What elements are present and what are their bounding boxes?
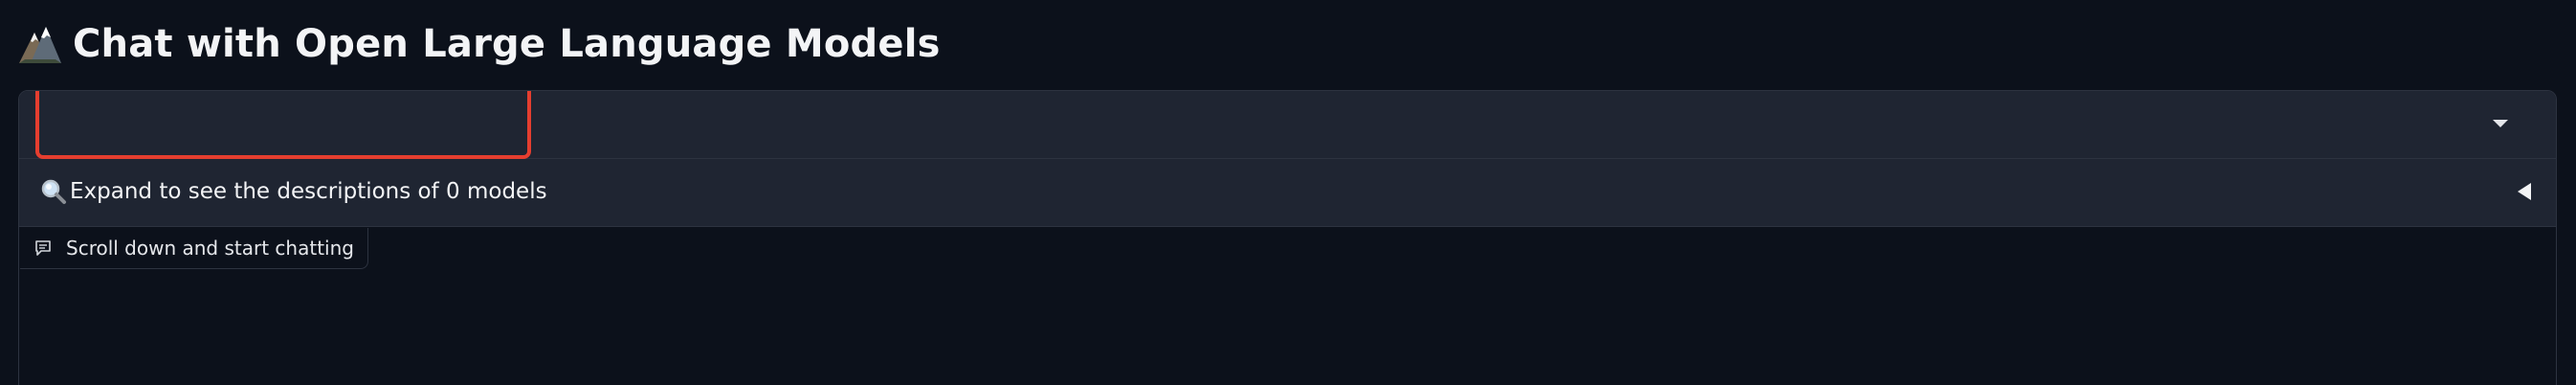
magnifying-glass-icon	[41, 179, 66, 204]
accordion-label: Expand to see the descriptions of 0 mode…	[70, 179, 547, 204]
header: Chat with Open Large Language Models	[17, 6, 941, 82]
chat-area: Scroll down and start chatting	[19, 227, 2556, 385]
chat-bubble-icon	[35, 240, 51, 256]
main-panel: Expand to see the descriptions of 0 mode…	[18, 90, 2557, 385]
page: Chat with Open Large Language Models Exp…	[0, 0, 2576, 385]
triangle-left-icon[interactable]	[2518, 183, 2531, 200]
model-selector-dropdown[interactable]	[19, 91, 2556, 159]
chat-hint-label: Scroll down and start chatting	[66, 237, 354, 260]
chevron-down-icon[interactable]	[2493, 120, 2508, 127]
model-descriptions-accordion[interactable]: Expand to see the descriptions of 0 mode…	[19, 159, 2556, 227]
mountain-logo-icon	[19, 27, 61, 63]
page-title: Chat with Open Large Language Models	[73, 22, 941, 66]
chat-hint-label-box: Scroll down and start chatting	[20, 228, 368, 269]
